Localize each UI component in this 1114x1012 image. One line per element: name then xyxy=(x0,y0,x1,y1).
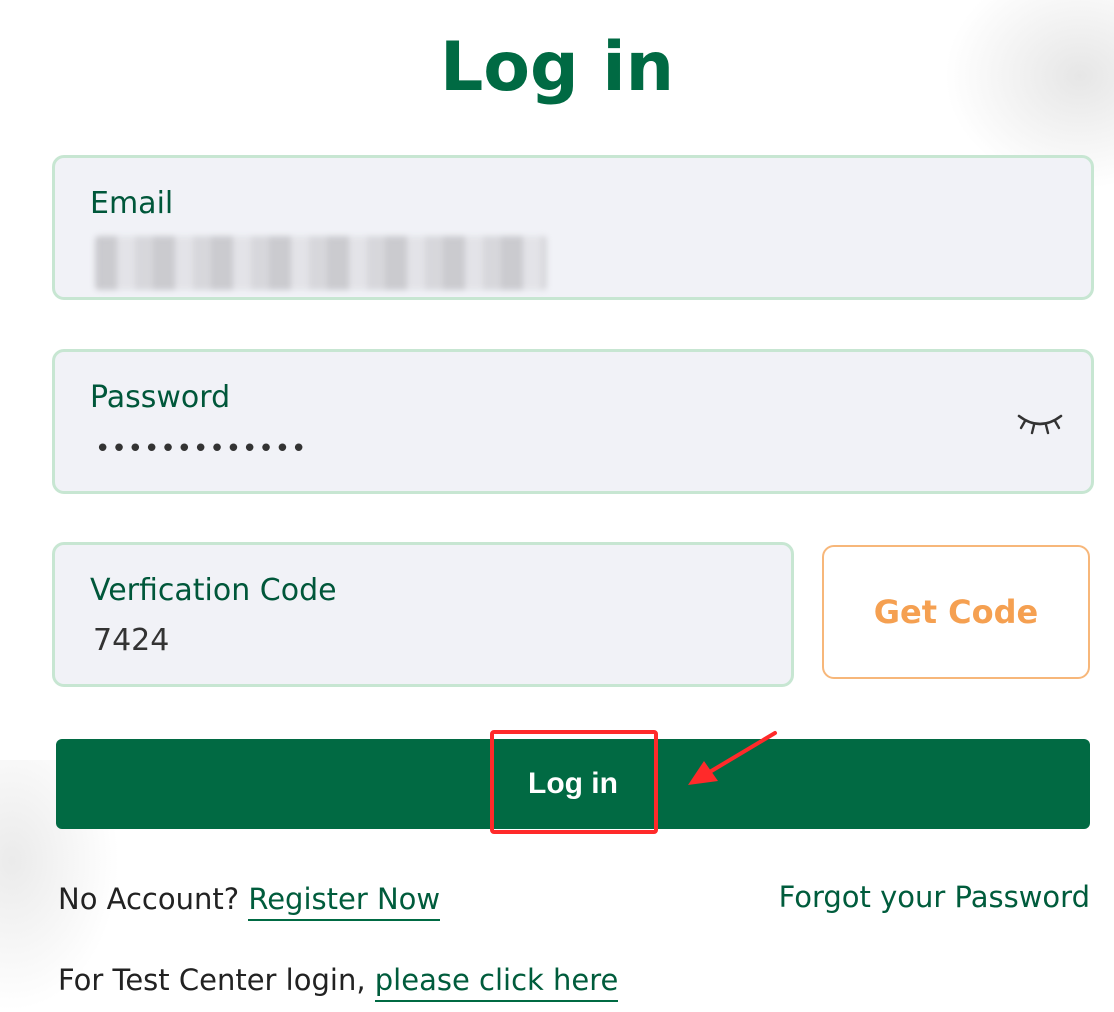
test-center-row: For Test Center login, please click here xyxy=(58,963,619,1002)
forgot-password-link[interactable]: Forgot your Password xyxy=(779,880,1090,914)
verification-code-value: 7424 xyxy=(93,623,170,658)
eye-closed-icon[interactable] xyxy=(1015,408,1065,438)
test-center-text: For Test Center login, xyxy=(58,963,366,997)
test-center-link[interactable]: please click here xyxy=(374,963,619,1002)
register-now-link[interactable]: Register Now xyxy=(248,882,441,921)
page-title: Log in xyxy=(439,28,675,107)
email-field[interactable]: Email xyxy=(52,155,1094,300)
no-account-row: No Account? Register Now xyxy=(58,882,441,921)
login-page: Log in Email Password ••••••••••••• Verf… xyxy=(0,0,1114,1012)
password-value: ••••••••••••• xyxy=(95,434,308,464)
password-field[interactable]: Password ••••••••••••• xyxy=(52,349,1094,494)
annotation-arrow-icon xyxy=(688,731,777,785)
email-label: Email xyxy=(90,186,174,221)
annotation-highlight-box xyxy=(490,730,658,834)
verification-code-label: Verfication Code xyxy=(90,573,337,608)
no-account-text: No Account? xyxy=(58,882,240,916)
get-code-button[interactable]: Get Code xyxy=(822,545,1090,679)
email-value-redacted xyxy=(95,236,547,290)
password-label: Password xyxy=(90,380,231,415)
verification-code-field[interactable]: Verfication Code 7424 xyxy=(52,542,794,687)
